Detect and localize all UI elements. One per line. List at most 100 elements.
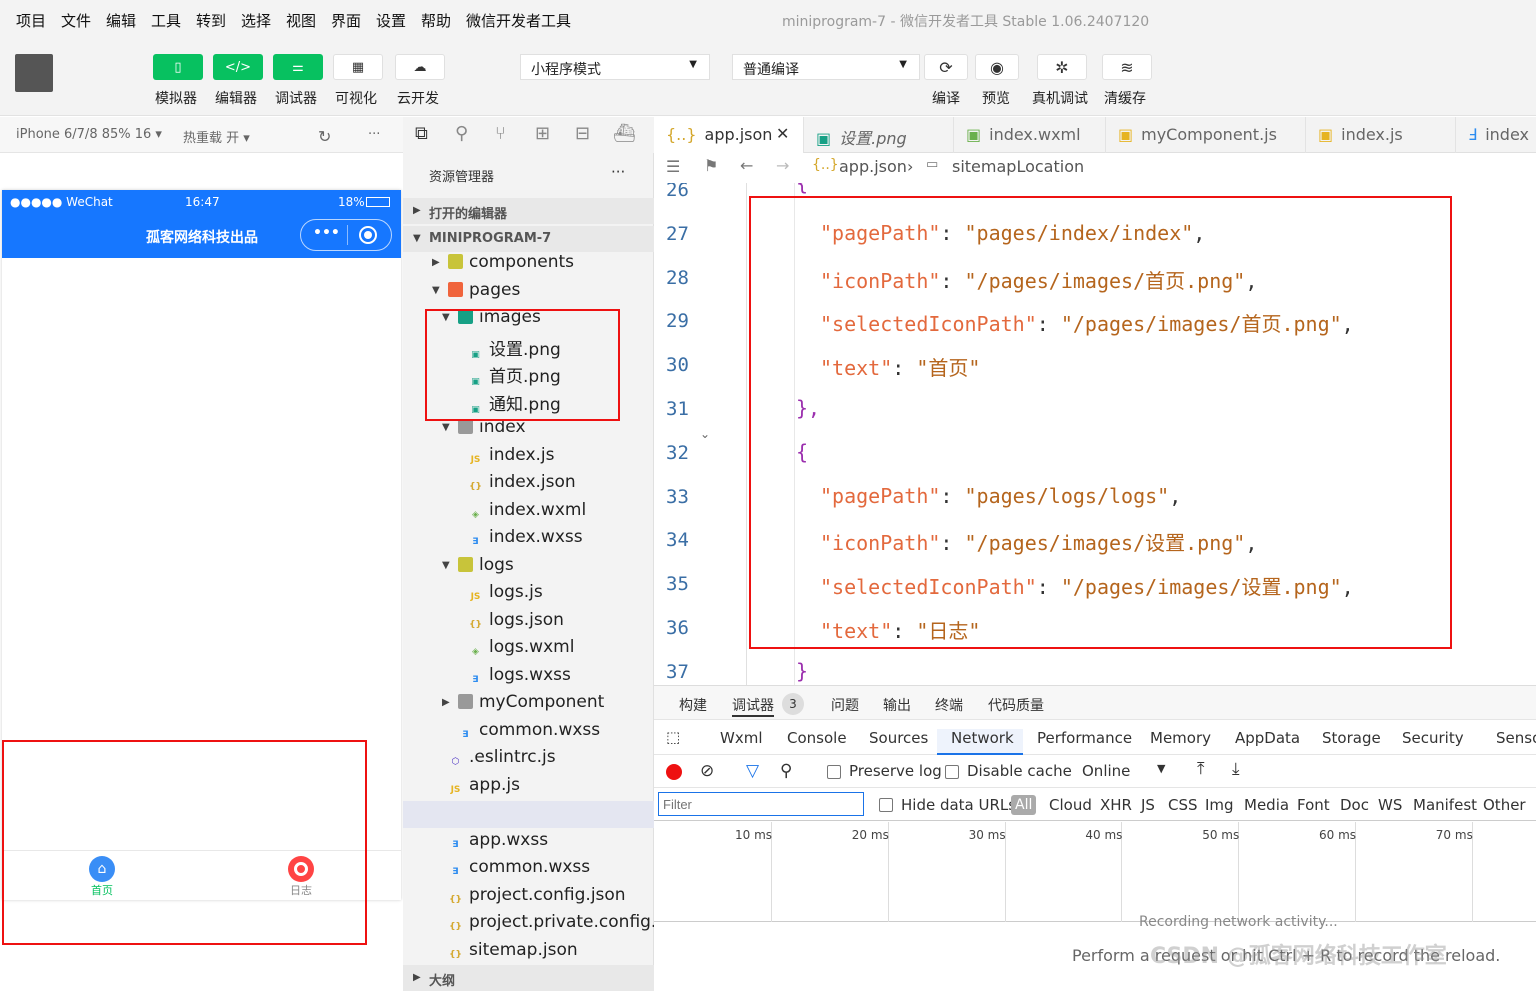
device-select[interactable]: iPhone 6/7/8 85% 16 ▾ — [16, 127, 162, 142]
breadcrumb-file[interactable]: app.json — [839, 157, 907, 176]
tree-file[interactable]: {} project.config.json — [448, 885, 626, 908]
type-js[interactable]: JS — [1141, 796, 1155, 814]
preview-button[interactable]: ◉ — [975, 54, 1019, 80]
menu-edit[interactable]: 编辑 — [106, 10, 136, 31]
editor-button[interactable]: </> — [213, 54, 263, 80]
debugger-button[interactable]: ⚌ — [273, 54, 323, 80]
visual-button[interactable]: ▦ — [333, 54, 383, 80]
tab-index-js[interactable]: ▣ index.js — [1306, 117, 1456, 153]
panel-memory[interactable]: Memory — [1150, 729, 1211, 747]
caret-down-icon[interactable]: ▼ — [1157, 762, 1165, 775]
panel-appdata[interactable]: AppData — [1235, 729, 1300, 747]
explorer-more-icon[interactable]: ··· — [611, 163, 625, 181]
panel-sensor[interactable]: Senso — [1496, 729, 1536, 747]
menu-help[interactable]: 帮助 — [421, 10, 451, 31]
storage-icon[interactable]: ⊟ — [575, 123, 590, 144]
back-arrow-icon[interactable]: ← — [740, 156, 753, 175]
disable-cache-checkbox[interactable] — [945, 765, 959, 779]
tree-file[interactable]: ∃ common.wxss — [448, 857, 590, 880]
tree-file[interactable]: ∃ logs.wxss — [468, 665, 570, 688]
type-all[interactable]: All — [1011, 795, 1037, 815]
upload-icon[interactable]: ⤒ — [1197, 759, 1205, 779]
panel-wxml[interactable]: Wxml — [720, 729, 763, 747]
type-other[interactable]: Other — [1483, 796, 1526, 814]
forward-arrow-icon[interactable]: → — [776, 156, 789, 175]
hide-data-urls-checkbox[interactable] — [879, 798, 893, 812]
tree-file[interactable]: JS app.js — [448, 775, 520, 798]
tree-file[interactable]: {} logs.json — [468, 610, 564, 633]
tree-file[interactable]: {} project.private.config... — [448, 912, 667, 935]
menu-view[interactable]: 视图 — [286, 10, 316, 31]
type-cloud[interactable]: Cloud — [1049, 796, 1092, 814]
tree-file[interactable]: ∃ index.wxss — [468, 527, 582, 550]
tree-file[interactable]: JS index.js — [468, 445, 555, 468]
type-xhr[interactable]: XHR — [1100, 796, 1132, 814]
filter-input[interactable] — [658, 792, 864, 816]
type-manifest[interactable]: Manifest — [1413, 796, 1477, 814]
throttle-select[interactable]: Online — [1082, 762, 1130, 780]
more-icon[interactable]: ··· — [368, 127, 380, 142]
record-icon[interactable] — [666, 764, 682, 780]
more-dots-icon[interactable]: ••• — [313, 225, 340, 241]
tree-file[interactable]: ◈ logs.wxml — [468, 637, 574, 660]
chevron-right-icon[interactable]: ▶ — [432, 257, 440, 268]
tab-output[interactable]: 输出 — [883, 695, 911, 715]
menu-interface[interactable]: 界面 — [331, 10, 361, 31]
tree-folder[interactable]: ▶ components — [432, 252, 574, 272]
menu-file[interactable]: 文件 — [61, 10, 91, 31]
preserve-log-checkbox[interactable] — [827, 765, 841, 779]
git-icon[interactable]: ⑂ — [495, 123, 506, 144]
tree-file[interactable]: ∃ app.wxss — [448, 830, 548, 853]
hot-reload-select[interactable]: 热重载 开 ▾ — [183, 127, 250, 146]
inspect-icon[interactable]: ⬚ — [666, 728, 680, 746]
list-icon[interactable]: ☰ — [666, 157, 680, 176]
panel-network[interactable]: Network — [937, 729, 1023, 755]
tree-file[interactable]: {} sitemap.json — [448, 940, 578, 963]
tab-terminal[interactable]: 终端 — [935, 695, 963, 715]
clear-icon[interactable]: ⊘ — [700, 761, 714, 781]
avatar[interactable] — [15, 54, 53, 92]
rotate-icon[interactable]: ↻ — [318, 127, 331, 146]
open-editors-section[interactable]: ▶ 打开的编辑器 — [403, 198, 654, 224]
remote-debug-button[interactable]: ✲ — [1037, 54, 1087, 80]
menu-tools[interactable]: 工具 — [151, 10, 181, 31]
menu-goto[interactable]: 转到 — [196, 10, 226, 31]
chevron-down-icon[interactable]: ▼ — [432, 285, 440, 296]
tree-folder[interactable]: ▼ pages — [432, 280, 520, 300]
filter-icon[interactable]: ▽ — [746, 761, 759, 781]
tree-file[interactable]: ◈ index.wxml — [468, 500, 586, 523]
panel-sources[interactable]: Sources — [869, 729, 928, 747]
cloud-button[interactable]: ☁ — [395, 54, 445, 80]
type-media[interactable]: Media — [1244, 796, 1289, 814]
type-img[interactable]: Img — [1205, 796, 1234, 814]
tree-file[interactable]: JS logs.js — [468, 582, 543, 605]
type-css[interactable]: CSS — [1168, 796, 1198, 814]
tree-file[interactable]: {} index.json — [468, 472, 576, 495]
panel-performance[interactable]: Performance — [1037, 729, 1132, 747]
menu-project[interactable]: 项目 — [16, 10, 46, 31]
capsule-button[interactable]: ••• — [300, 219, 392, 251]
simulator-button[interactable]: ▯ — [153, 54, 203, 80]
type-ws[interactable]: WS — [1378, 796, 1402, 814]
project-section[interactable]: ▼ MINIPROGRAM-7 — [403, 226, 654, 252]
fold-icon[interactable]: ⌄ — [700, 427, 710, 441]
extensions-icon[interactable]: ⊞ — [535, 123, 550, 144]
compile-mode-select[interactable]: 普通编译 ▼ — [732, 54, 920, 80]
mode-select[interactable]: 小程序模式 ▼ — [520, 54, 710, 80]
type-font[interactable]: Font — [1297, 796, 1330, 814]
tree-folder[interactable]: ▶ myComponent — [442, 692, 604, 712]
tree-folder[interactable]: ▼ logs — [442, 555, 514, 575]
clear-cache-button[interactable]: ≋ — [1102, 54, 1152, 80]
panel-security[interactable]: Security — [1402, 729, 1464, 747]
type-doc[interactable]: Doc — [1340, 796, 1369, 814]
bookmark-icon[interactable]: ⚑ — [704, 156, 718, 175]
panel-storage[interactable]: Storage — [1322, 729, 1381, 747]
chevron-down-icon[interactable]: ▼ — [442, 422, 450, 433]
download-icon[interactable]: ⤓ — [1232, 759, 1240, 779]
menu-settings[interactable]: 设置 — [376, 10, 406, 31]
chevron-right-icon[interactable]: ▶ — [442, 697, 450, 708]
panel-console[interactable]: Console — [787, 729, 847, 747]
compile-button[interactable]: ⟳ — [924, 54, 968, 80]
tab-code-quality[interactable]: 代码质量 — [988, 695, 1044, 715]
tab-settings-png[interactable]: ▣ 设置.png — [804, 117, 954, 153]
